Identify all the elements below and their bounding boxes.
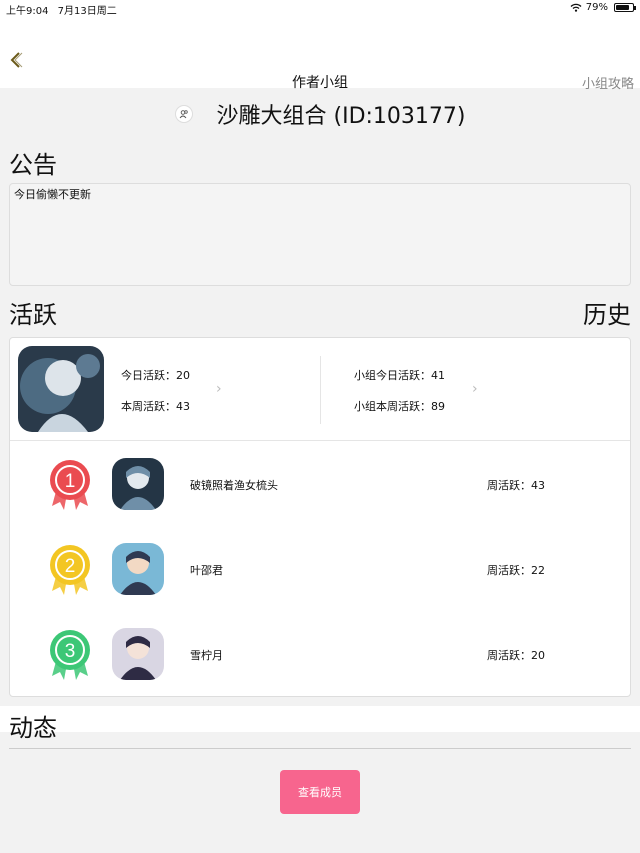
week-active: 本周活跃：43 xyxy=(121,400,190,413)
back-icon[interactable] xyxy=(6,50,26,70)
member-weekly-active: 周活跃：22 xyxy=(487,564,545,577)
nav-bar: 作者小组 小组攻略 xyxy=(0,16,640,92)
feed-header-bar xyxy=(0,706,640,732)
activity-heading: 活跃 xyxy=(9,301,57,329)
notice-heading: 公告 xyxy=(9,151,57,179)
divider xyxy=(320,356,321,424)
member-name: 雪柠月 xyxy=(190,649,223,662)
avatar xyxy=(112,543,164,595)
feed-heading: 动态 xyxy=(9,714,57,742)
rank-number: 2 xyxy=(65,556,76,577)
avatar xyxy=(18,346,104,432)
wifi-icon xyxy=(570,3,582,12)
avatar xyxy=(112,628,164,680)
list-item[interactable]: 3 雪柠月 周活跃：20 xyxy=(10,611,630,696)
battery-icon xyxy=(614,3,636,12)
member-weekly-active: 周活跃：20 xyxy=(487,649,545,662)
activity-card: 今日活跃：20 本周活跃：43 › 小组今日活跃：41 小组本周活跃：89 › … xyxy=(9,337,631,697)
rank-medal-icon: 3 xyxy=(50,630,90,680)
status-bar: 上午9:04 7月13日周二 79% xyxy=(0,0,640,17)
avatar xyxy=(112,458,164,510)
group-guide-link[interactable]: 小组攻略 xyxy=(582,73,634,92)
notice-text: 今日偷懒不更新 xyxy=(14,188,91,201)
member-name: 破镜照着渔女梳头 xyxy=(190,479,278,492)
view-members-button[interactable]: 查看成员 xyxy=(280,770,360,814)
list-item[interactable]: 2 叶邵君 周活跃：22 xyxy=(10,526,630,611)
chevron-right-icon[interactable]: › xyxy=(472,381,478,397)
battery-percent: 79% xyxy=(585,2,608,13)
today-active: 今日活跃：20 xyxy=(121,369,190,382)
group-members-icon[interactable] xyxy=(174,105,193,123)
member-name: 叶邵君 xyxy=(190,564,223,577)
group-today-active: 小组今日活跃：41 xyxy=(354,369,445,382)
rank-number: 3 xyxy=(65,641,76,662)
member-weekly-active: 周活跃：43 xyxy=(487,479,545,492)
history-link[interactable]: 历史 xyxy=(583,295,631,330)
group-week-active: 小组本周活跃：89 xyxy=(354,400,445,413)
list-item[interactable]: 1 破镜照着渔女梳头 周活跃：43 xyxy=(10,441,630,526)
rank-medal-icon: 1 xyxy=(50,460,90,510)
notice-box: 今日偷懒不更新 xyxy=(9,183,631,286)
divider xyxy=(9,748,631,749)
activity-summary: 今日活跃：20 本周活跃：43 › 小组今日活跃：41 小组本周活跃：89 › xyxy=(10,338,630,441)
group-header: 沙雕大组合 (ID:103177) xyxy=(0,98,640,130)
group-name: 沙雕大组合 (ID:103177) xyxy=(216,104,466,129)
chevron-right-icon[interactable]: › xyxy=(216,381,222,397)
rank-number: 1 xyxy=(65,471,76,492)
rank-medal-icon: 2 xyxy=(50,545,90,595)
page-title: 作者小组 xyxy=(292,75,348,91)
